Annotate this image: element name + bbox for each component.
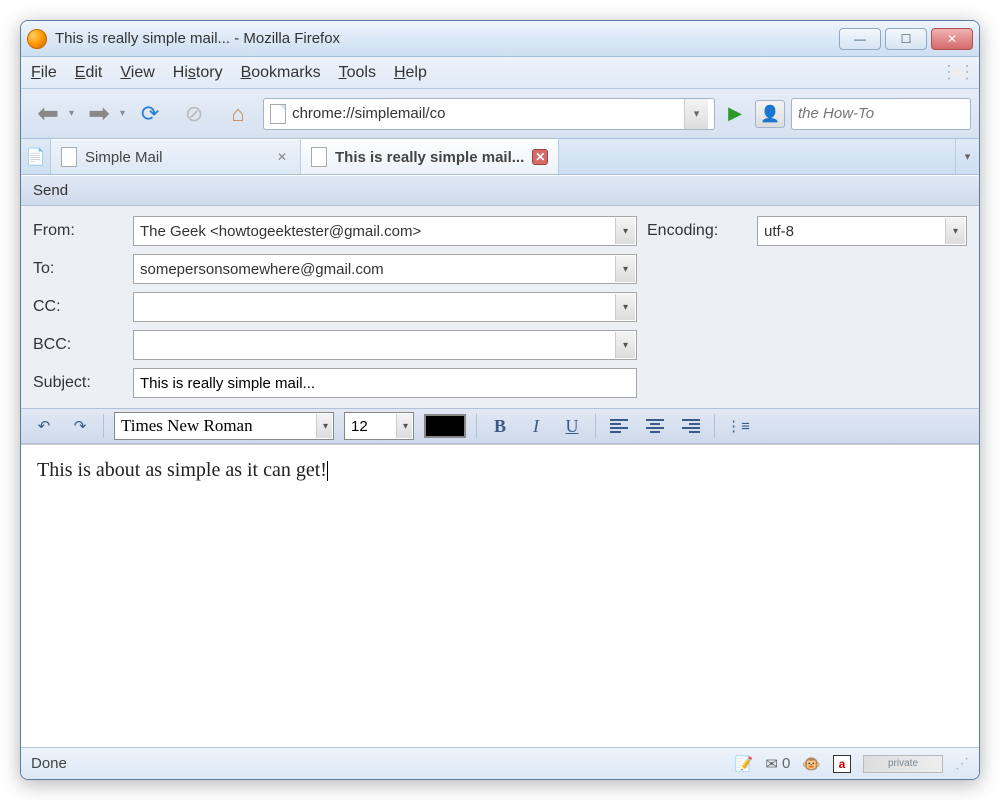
tab-close-button[interactable]: ✕ bbox=[532, 149, 548, 165]
firefox-icon bbox=[27, 29, 47, 49]
to-dropdown-icon[interactable]: ▾ bbox=[615, 256, 635, 282]
greasemonkey-icon[interactable]: 🐵 bbox=[802, 755, 821, 773]
font-size-value: 12 bbox=[351, 418, 368, 435]
private-browsing-indicator[interactable]: private bbox=[863, 755, 943, 773]
mail-count-value: 0 bbox=[782, 755, 790, 772]
minimize-button[interactable]: — bbox=[839, 28, 881, 50]
bcc-dropdown-icon[interactable]: ▾ bbox=[615, 332, 635, 358]
tab-compose[interactable]: This is really simple mail... ✕ bbox=[301, 139, 559, 174]
search-bar[interactable]: 🔍 bbox=[791, 98, 971, 130]
font-family-select[interactable]: Times New Roman ▾ bbox=[114, 412, 334, 440]
list-button[interactable]: ⋮≡ bbox=[725, 413, 751, 439]
menu-bookmarks[interactable]: Bookmarks bbox=[241, 64, 321, 82]
chevron-down-icon[interactable]: ▾ bbox=[396, 414, 412, 438]
tab-close-button[interactable]: ✕ bbox=[274, 149, 290, 165]
from-field[interactable]: The Geek <howtogeektester@gmail.com> ▾ bbox=[133, 216, 637, 246]
menu-help[interactable]: Help bbox=[394, 64, 427, 82]
cc-field[interactable]: ▾ bbox=[133, 292, 637, 322]
tab-favicon-icon bbox=[61, 147, 77, 167]
align-center-button[interactable] bbox=[642, 413, 668, 439]
page-icon bbox=[270, 104, 286, 124]
font-color-button[interactable] bbox=[424, 414, 466, 438]
go-button[interactable]: ▶ bbox=[721, 100, 749, 128]
tab-label: Simple Mail bbox=[85, 149, 266, 166]
new-tab-button[interactable]: 📄 bbox=[21, 139, 51, 174]
to-value: somepersonsomewhere@gmail.com bbox=[140, 261, 384, 278]
menu-file[interactable]: File bbox=[31, 64, 57, 82]
subject-input[interactable] bbox=[140, 375, 630, 392]
to-field[interactable]: somepersonsomewhere@gmail.com ▾ bbox=[133, 254, 637, 284]
align-left-button[interactable] bbox=[606, 413, 632, 439]
profile-icon[interactable]: 👤 bbox=[755, 100, 785, 128]
reload-button[interactable]: ⟳ bbox=[131, 95, 169, 133]
menu-view[interactable]: View bbox=[120, 64, 154, 82]
bold-button[interactable]: B bbox=[487, 413, 513, 439]
url-input[interactable] bbox=[292, 105, 678, 122]
stop-button[interactable]: ⊘ bbox=[175, 95, 213, 133]
tab-favicon-icon bbox=[311, 147, 327, 167]
maximize-button[interactable]: ☐ bbox=[885, 28, 927, 50]
bcc-field[interactable]: ▾ bbox=[133, 330, 637, 360]
underline-button[interactable]: U bbox=[559, 413, 585, 439]
status-text: Done bbox=[31, 755, 723, 772]
compose-pane: Send From: The Geek <howtogeektester@gma… bbox=[21, 175, 979, 747]
tab-simple-mail[interactable]: Simple Mail ✕ bbox=[51, 139, 301, 174]
to-label: To: bbox=[33, 260, 123, 278]
menu-tools[interactable]: Tools bbox=[339, 64, 376, 82]
titlebar: This is really simple mail... - Mozilla … bbox=[21, 21, 979, 57]
search-input[interactable] bbox=[798, 105, 980, 122]
notes-icon[interactable]: 📝 bbox=[735, 755, 754, 773]
encoding-label: Encoding: bbox=[647, 222, 747, 240]
mail-count[interactable]: ✉ 0 bbox=[765, 755, 790, 773]
resize-grip-icon[interactable]: ⋰ bbox=[955, 755, 969, 772]
font-size-select[interactable]: 12 ▾ bbox=[344, 412, 414, 440]
subject-field[interactable] bbox=[133, 368, 637, 398]
font-family-value: Times New Roman bbox=[121, 416, 253, 436]
firefox-window: This is really simple mail... - Mozilla … bbox=[20, 20, 980, 780]
italic-button[interactable]: I bbox=[523, 413, 549, 439]
menubar: File Edit View History Bookmarks Tools H… bbox=[21, 57, 979, 89]
compose-toolbar: Send bbox=[21, 176, 979, 206]
tab-strip: 📄 Simple Mail ✕ This is really simple ma… bbox=[21, 139, 979, 175]
format-toolbar: ↶ ↷ Times New Roman ▾ 12 ▾ B I U bbox=[21, 408, 979, 444]
cc-dropdown-icon[interactable]: ▾ bbox=[615, 294, 635, 320]
forward-history-dropdown[interactable]: ▾ bbox=[120, 108, 125, 119]
send-button[interactable]: Send bbox=[33, 182, 68, 199]
back-button[interactable]: ⬅ bbox=[29, 95, 67, 133]
url-dropdown[interactable]: ▾ bbox=[684, 99, 708, 129]
from-label: From: bbox=[33, 222, 123, 240]
activity-indicator-icon: ⋮⋮ bbox=[947, 62, 969, 84]
text-cursor bbox=[327, 461, 328, 481]
body-text: This is about as simple as it can get! bbox=[37, 459, 327, 481]
tab-label: This is really simple mail... bbox=[335, 149, 524, 166]
back-history-dropdown[interactable]: ▾ bbox=[69, 108, 74, 119]
all-tabs-dropdown[interactable]: ▾ bbox=[955, 139, 979, 174]
mail-icon: ✉ bbox=[765, 755, 778, 773]
redo-button[interactable]: ↷ bbox=[67, 413, 93, 439]
header-fields: From: The Geek <howtogeektester@gmail.co… bbox=[21, 206, 979, 408]
encoding-dropdown-icon[interactable]: ▾ bbox=[945, 218, 965, 244]
close-button[interactable]: ✕ bbox=[931, 28, 973, 50]
window-title: This is really simple mail... - Mozilla … bbox=[55, 30, 839, 47]
url-bar[interactable]: ▾ bbox=[263, 98, 715, 130]
encoding-field[interactable]: utf-8 ▾ bbox=[757, 216, 967, 246]
encoding-value: utf-8 bbox=[764, 223, 794, 240]
status-bar: Done 📝 ✉ 0 🐵 a private ⋰ bbox=[21, 747, 979, 779]
from-value: The Geek <howtogeektester@gmail.com> bbox=[140, 223, 421, 240]
cc-label: CC: bbox=[33, 298, 123, 316]
undo-button[interactable]: ↶ bbox=[31, 413, 57, 439]
forward-button[interactable]: ➡ bbox=[80, 95, 118, 133]
menu-history[interactable]: History bbox=[173, 64, 223, 82]
from-dropdown-icon[interactable]: ▾ bbox=[615, 218, 635, 244]
message-body[interactable]: This is about as simple as it can get! bbox=[21, 444, 979, 747]
adblock-icon[interactable]: a bbox=[833, 755, 851, 773]
menu-edit[interactable]: Edit bbox=[75, 64, 103, 82]
bcc-label: BCC: bbox=[33, 336, 123, 354]
subject-label: Subject: bbox=[33, 374, 123, 392]
chevron-down-icon[interactable]: ▾ bbox=[316, 414, 332, 438]
navigation-toolbar: ⬅ ▾ ➡ ▾ ⟳ ⊘ ⌂ ▾ ▶ 👤 🔍 bbox=[21, 89, 979, 139]
align-right-button[interactable] bbox=[678, 413, 704, 439]
home-button[interactable]: ⌂ bbox=[219, 95, 257, 133]
